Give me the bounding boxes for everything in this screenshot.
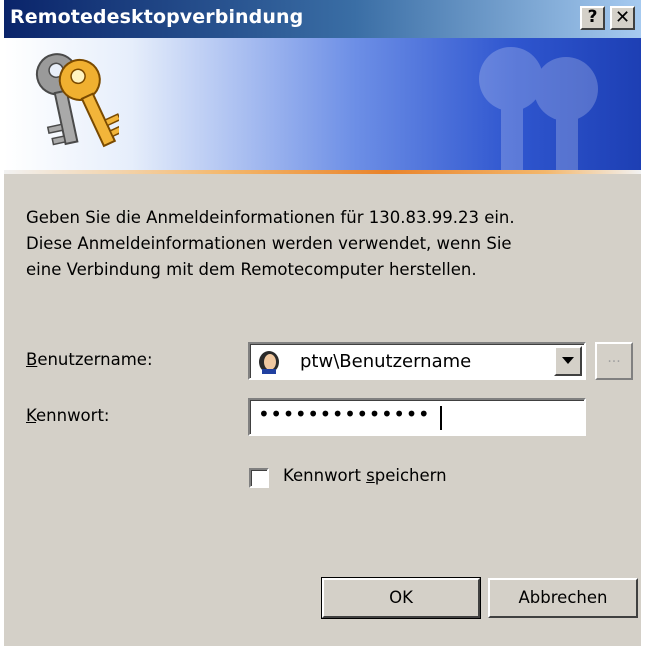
text-caret	[440, 406, 442, 430]
browse-user-button[interactable]: ...	[595, 342, 633, 380]
instruction-line: Diese Anmeldeinformationen werden verwen…	[26, 234, 512, 253]
credentials-dialog: Remotedesktopverbindung ? ✕ Geben Sie di…	[0, 0, 651, 646]
password-label-accelerator: K	[26, 406, 36, 425]
save-password-label[interactable]: Kennwort speichern	[283, 466, 447, 485]
username-label: Benutzername:	[26, 350, 153, 369]
instruction-line: eine Verbindung mit dem Remotecomputer h…	[26, 260, 477, 279]
close-button[interactable]: ✕	[610, 6, 635, 30]
password-label-text: ennwort:	[36, 406, 110, 425]
username-value[interactable]: ptw\Benutzername	[300, 351, 471, 372]
password-value[interactable]: ••••••••••••••	[258, 402, 430, 426]
save-password-label-text: Kennwort	[283, 466, 367, 485]
username-label-accelerator: B	[26, 350, 38, 369]
username-label-text: enutzername:	[37, 350, 153, 369]
cancel-button[interactable]: Abbrechen	[488, 578, 638, 618]
help-button[interactable]: ?	[580, 6, 605, 30]
instruction-text: Geben Sie die Anmeldeinformationen für 1…	[26, 205, 626, 283]
title-bar[interactable]: Remotedesktopverbindung ? ✕	[4, 0, 641, 38]
password-field[interactable]: ••••••••••••••	[248, 398, 586, 436]
instruction-line: Geben Sie die Anmeldeinformationen für 1…	[26, 208, 515, 227]
keys-watermark-icon	[479, 47, 598, 170]
save-password-checkbox[interactable]	[249, 468, 269, 488]
user-icon	[259, 351, 279, 374]
username-dropdown-button[interactable]	[554, 346, 582, 376]
banner-divider	[4, 170, 641, 174]
save-password-label-rest: peichern	[374, 466, 447, 485]
password-label: Kennwort:	[26, 406, 109, 425]
chevron-down-icon	[562, 357, 574, 364]
window-title: Remotedesktopverbindung	[10, 6, 304, 28]
save-password-accelerator: s	[366, 466, 375, 485]
keys-icon	[35, 53, 119, 148]
header-banner	[4, 38, 641, 170]
username-combobox[interactable]: ptw\Benutzername	[248, 342, 586, 380]
ok-button[interactable]: OK	[321, 577, 481, 619]
